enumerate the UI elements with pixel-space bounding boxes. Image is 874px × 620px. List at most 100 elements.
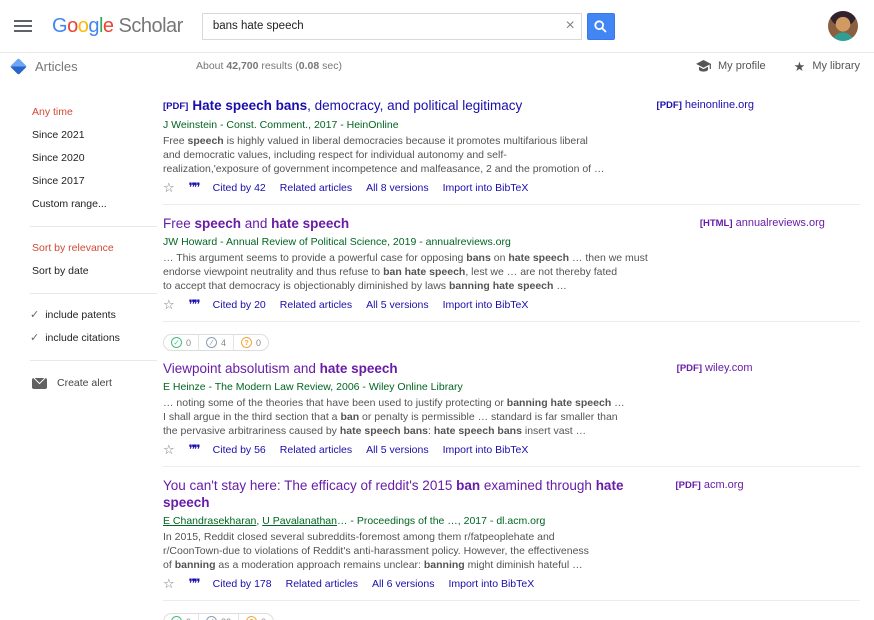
versions-link[interactable]: All 5 versions <box>366 444 428 456</box>
save-star-icon[interactable]: ☆ <box>163 577 175 590</box>
result-title-link[interactable]: Viewpoint absolutism and hate speech <box>163 361 398 376</box>
filter-since-2017[interactable]: Since 2017 <box>0 170 163 193</box>
sidebar-divider <box>30 360 157 361</box>
result-authors: E Heinze - The Modern Law Review, 2006 -… <box>163 381 625 393</box>
versions-link[interactable]: All 6 versions <box>372 578 434 590</box>
filters-sidebar: Any time Since 2021 Since 2020 Since 201… <box>0 79 163 620</box>
menu-icon[interactable] <box>14 25 32 27</box>
save-star-icon[interactable]: ☆ <box>163 298 175 311</box>
result-title: Free speech and hate speech <box>163 215 648 232</box>
mentioning-icon: ∕ <box>206 337 217 348</box>
google-scholar-logo[interactable]: GoogleScholar <box>52 15 183 38</box>
result-title: You can't stay here: The efficacy of red… <box>163 477 623 511</box>
profile-avatar[interactable] <box>828 11 858 41</box>
filter-custom-range[interactable]: Custom range... <box>0 193 163 216</box>
fulltext-link[interactable]: [PDF] acm.org <box>675 479 743 491</box>
fulltext-domain: annualreviews.org <box>733 217 825 229</box>
related-articles-link[interactable]: Related articles <box>280 182 352 194</box>
result-actions: ☆ ❞❞ Cited by 178 Related articles All 6 ver… <box>163 577 623 590</box>
contrasting-icon: ? <box>246 616 257 620</box>
fulltext-link[interactable]: [HTML] annualreviews.org <box>700 217 825 229</box>
search-input[interactable] <box>202 13 582 40</box>
result-content: Free speech and hate speechJW Howard - A… <box>163 215 648 311</box>
sidebar-divider <box>30 226 157 227</box>
scite-count: 0 <box>256 338 261 348</box>
checkmark-icon: ✓ <box>30 304 39 327</box>
save-star-icon[interactable]: ☆ <box>163 443 175 456</box>
cite-quote-icon[interactable]: ❞❞ <box>189 443 199 456</box>
related-articles-link[interactable]: Related articles <box>280 444 352 456</box>
scite-badge[interactable]: ✓0∕22?0 <box>163 613 274 620</box>
scite-supporting-segment: ✓0 <box>164 335 198 350</box>
include-citations-label: include citations <box>45 327 120 350</box>
search-result: Viewpoint absolutism and hate speech E He… <box>163 360 860 456</box>
include-patents-checkbox[interactable]: ✓ include patents <box>0 304 163 327</box>
section-label[interactable]: Articles <box>35 59 196 74</box>
magnifier-icon <box>594 20 607 33</box>
mentioning-icon: ∕ <box>206 616 217 620</box>
related-articles-link[interactable]: Related articles <box>286 578 358 590</box>
scite-count: 0 <box>186 617 191 620</box>
search-area: × <box>202 13 615 40</box>
result-content: Viewpoint absolutism and hate speech E He… <box>163 360 625 456</box>
filter-since-2020[interactable]: Since 2020 <box>0 147 163 170</box>
main-area: Any time Since 2021 Since 2020 Since 201… <box>0 79 874 620</box>
result-snippet: In 2015, Reddit closed several subreddit… <box>163 530 623 572</box>
results-stats: About 42,700 results (0.08 sec) <box>196 60 342 72</box>
logo-letter: G <box>52 15 67 37</box>
versions-link[interactable]: All 8 versions <box>366 182 428 194</box>
library-star-icon: ★ <box>794 60 806 73</box>
fulltext-link[interactable]: [PDF] wiley.com <box>677 362 753 374</box>
envelope-icon <box>32 378 47 389</box>
result-title-link[interactable]: You can't stay here: The efficacy of red… <box>163 478 623 510</box>
create-alert-button[interactable]: Create alert <box>0 377 163 389</box>
cited-by-link[interactable]: Cited by 42 <box>213 182 266 194</box>
related-articles-link[interactable]: Related articles <box>280 299 352 311</box>
checkmark-icon: ✓ <box>30 327 39 350</box>
clear-search-icon[interactable]: × <box>565 16 574 36</box>
filetype-prefix: [PDF] <box>675 480 700 491</box>
scite-count: 22 <box>221 617 231 620</box>
bibtex-link[interactable]: Import into BibTeX <box>443 182 529 194</box>
cite-quote-icon[interactable]: ❞❞ <box>189 181 199 194</box>
sidebar-divider <box>30 293 157 294</box>
stats-mid: results ( <box>258 60 298 72</box>
result-snippet: … This argument seems to provide a power… <box>163 251 648 293</box>
scite-badge[interactable]: ✓0∕4? 0 <box>163 334 269 351</box>
cite-quote-icon[interactable]: ❞❞ <box>189 577 199 590</box>
filter-any-time[interactable]: Any time <box>0 101 163 124</box>
bibtex-link[interactable]: Import into BibTeX <box>443 444 529 456</box>
my-library-label: My library <box>812 60 860 72</box>
bibtex-link[interactable]: Import into BibTeX <box>448 578 534 590</box>
filetype-prefix: [PDF] <box>163 101 188 112</box>
cited-by-link[interactable]: Cited by 178 <box>213 578 272 590</box>
top-bar: GoogleScholar × <box>0 0 874 52</box>
search-button[interactable] <box>587 13 615 40</box>
sort-by-relevance[interactable]: Sort by relevance <box>0 237 163 260</box>
cited-by-link[interactable]: Cited by 20 <box>213 299 266 311</box>
versions-link[interactable]: All 5 versions <box>366 299 428 311</box>
scite-mentioning-segment: ∕4 <box>198 335 233 350</box>
cited-by-link[interactable]: Cited by 56 <box>213 444 266 456</box>
search-result: Free speech and hate speechJW Howard - A… <box>163 215 860 311</box>
sort-by-date[interactable]: Sort by date <box>0 260 163 283</box>
result-title: [PDF] Hate speech bans, democracy, and po… <box>163 97 605 115</box>
result-actions: ☆ ❞❞ Cited by 42 Related articles All 8 vers… <box>163 181 605 194</box>
contrasting-icon: ? <box>241 337 252 348</box>
create-alert-label: Create alert <box>57 377 112 389</box>
my-profile-link[interactable]: My profile <box>696 60 766 73</box>
my-library-link[interactable]: ★ My library <box>794 60 860 73</box>
result-title-link[interactable]: Hate speech bans, democracy, and politic… <box>192 98 522 113</box>
result-title-link[interactable]: Free speech and hate speech <box>163 216 349 231</box>
filter-since-2021[interactable]: Since 2021 <box>0 124 163 147</box>
save-star-icon[interactable]: ☆ <box>163 181 175 194</box>
result-authors: E Chandrasekharan, U Pavalanathan… - Pro… <box>163 515 623 527</box>
filetype-prefix: [PDF] <box>677 363 702 374</box>
stats-time: 0.08 <box>299 60 319 72</box>
scite-count: 0 <box>261 617 266 620</box>
bibtex-link[interactable]: Import into BibTeX <box>443 299 529 311</box>
cite-quote-icon[interactable]: ❞❞ <box>189 298 199 311</box>
result-title: Viewpoint absolutism and hate speech <box>163 360 625 377</box>
fulltext-link[interactable]: [PDF] heinonline.org <box>657 99 755 111</box>
include-citations-checkbox[interactable]: ✓ include citations <box>0 327 163 350</box>
